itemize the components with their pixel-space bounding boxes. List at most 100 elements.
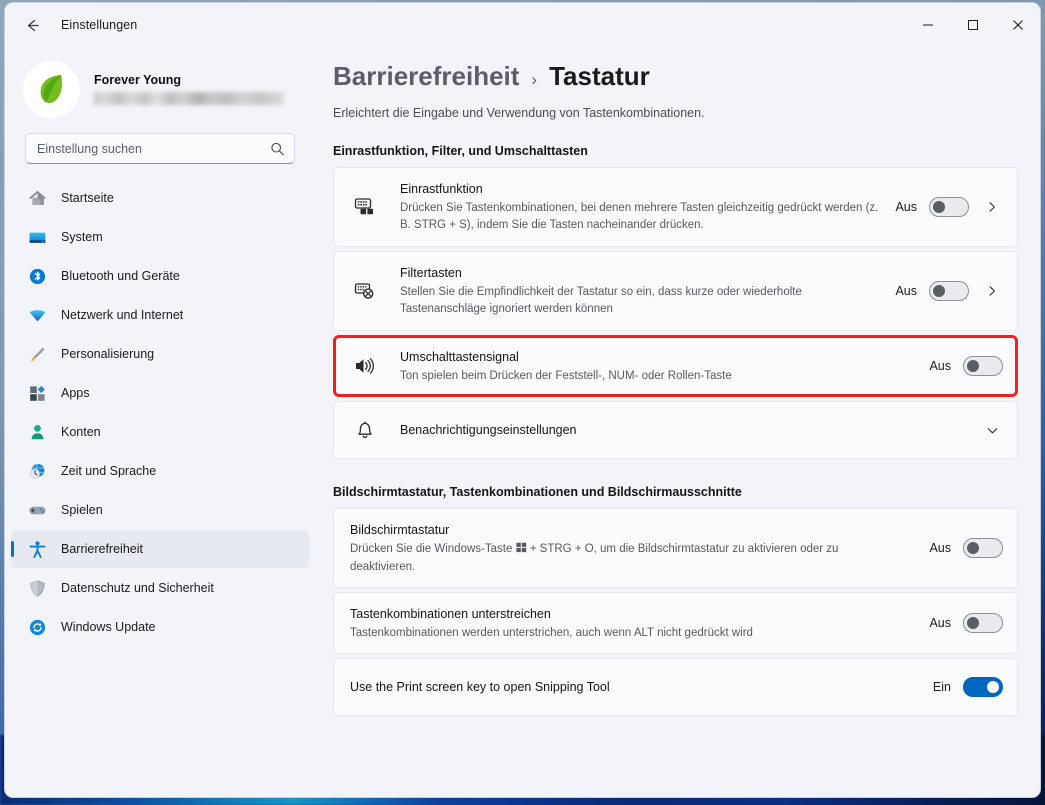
- chevron-right-icon[interactable]: [981, 280, 1003, 302]
- sidebar-item-label: Bluetooth und Geräte: [61, 269, 180, 283]
- toggle-switch[interactable]: [963, 356, 1003, 376]
- window-body: Forever Young Einstellung suchen Startse…: [5, 47, 1040, 797]
- sidebar-item-startseite[interactable]: Startseite: [11, 179, 309, 217]
- close-icon: [1012, 20, 1023, 30]
- avatar: [23, 60, 80, 118]
- sidebar-item-label: Spielen: [61, 503, 103, 517]
- setting-description: Drücken Sie Tastenkombinationen, bei den…: [400, 202, 879, 232]
- setting-controls: Aus: [929, 538, 1003, 558]
- sidebar-item-windows-update[interactable]: Windows Update: [11, 608, 309, 646]
- toggle-switch[interactable]: [963, 613, 1003, 633]
- gamepad-icon: [27, 500, 47, 520]
- chevron-down-icon[interactable]: [981, 419, 1003, 441]
- settings-window: Einstellungen Forever Young Einstellung …: [4, 2, 1041, 798]
- toggle-state-label: Aus: [929, 616, 951, 630]
- search-wrapper: [5, 123, 315, 178]
- setting-description: Drücken Sie die Windows-Taste + STRG + O…: [350, 541, 850, 575]
- setting-row-filter-keys[interactable]: Filtertasten Stellen Sie die Empfindlich…: [333, 251, 1018, 331]
- page-subtitle: Erleichtert die Eingabe und Verwendung v…: [333, 106, 705, 120]
- setting-row-print-screen-snipping-tool[interactable]: Use the Print screen key to open Snippin…: [333, 658, 1018, 716]
- search-box[interactable]: [25, 133, 295, 164]
- setting-title: Benachrichtigungseinstellungen: [400, 422, 577, 437]
- sidebar-item-label: Apps: [61, 386, 90, 400]
- setting-row-underline-access-keys[interactable]: Tastenkombinationen unterstreichen Taste…: [333, 592, 1018, 654]
- setting-text: Use the Print screen key to open Snippin…: [350, 678, 929, 696]
- sidebar-item-bluetooth[interactable]: Bluetooth und Geräte: [11, 257, 309, 295]
- clock-globe-icon: [27, 461, 47, 481]
- section-title-onscreen-keyboard: Bildschirmtastatur, Tastenkombinationen …: [333, 485, 742, 499]
- shield-icon: [27, 578, 47, 598]
- chevron-right-icon[interactable]: [981, 196, 1003, 218]
- toggle-state-label: Aus: [895, 200, 917, 214]
- home-icon: [27, 188, 47, 208]
- setting-text: Tastenkombinationen unterstreichen Taste…: [350, 605, 929, 642]
- minimize-button[interactable]: [905, 3, 950, 47]
- sidebar-item-spielen[interactable]: Spielen: [11, 491, 309, 529]
- bluetooth-icon: [27, 266, 47, 286]
- back-button[interactable]: [15, 8, 49, 42]
- setting-title: Einrastfunktion: [400, 182, 483, 197]
- setting-text: Filtertasten Stellen Sie die Empfindlich…: [400, 264, 895, 317]
- sidebar-item-netzwerk[interactable]: Netzwerk und Internet: [11, 296, 309, 334]
- setting-row-notification-settings[interactable]: Benachrichtigungseinstellungen: [333, 401, 1018, 459]
- toggle-state-label: Ein: [932, 680, 951, 694]
- toggle-state-label: Aus: [929, 541, 951, 555]
- setting-controls: Aus: [929, 613, 1003, 633]
- window-controls: [905, 3, 1040, 47]
- sidebar-item-system[interactable]: System: [11, 218, 309, 256]
- section-title-keyboard-aids: Einrastfunktion, Filter, und Umschalttas…: [333, 144, 588, 158]
- wifi-icon: [27, 305, 47, 325]
- page-title: Tastatur: [549, 61, 650, 91]
- sticky-keys-icon: [352, 195, 378, 219]
- sidebar: Forever Young Einstellung suchen Startse…: [5, 47, 325, 797]
- search-input[interactable]: [26, 134, 294, 163]
- toggle-switch[interactable]: [963, 538, 1003, 558]
- setting-row-onscreen-keyboard[interactable]: Bildschirmtastatur Drücken Sie die Windo…: [333, 508, 1018, 588]
- sidebar-item-konten[interactable]: Konten: [11, 413, 309, 451]
- setting-controls: [981, 419, 1003, 441]
- sidebar-item-barrierefreiheit[interactable]: Barrierefreiheit: [11, 530, 309, 568]
- setting-text: Umschalttastensignal Ton spielen beim Dr…: [400, 348, 929, 385]
- setting-description-part1: Drücken Sie die Windows-Taste: [350, 542, 516, 555]
- setting-text: Benachrichtigungseinstellungen: [400, 421, 981, 439]
- paintbrush-icon: [27, 344, 47, 364]
- setting-description: Ton spielen beim Drücken der Feststell-,…: [400, 369, 732, 382]
- search-icon: [270, 141, 285, 156]
- main-content: Barrierefreiheit › Tastatur Erleichtert …: [325, 47, 1040, 797]
- setting-title: Filtertasten: [400, 266, 462, 281]
- sidebar-item-label: Personalisierung: [61, 347, 155, 361]
- breadcrumb-separator-icon: ›: [531, 70, 538, 89]
- sidebar-item-datenschutz[interactable]: Datenschutz und Sicherheit: [11, 569, 309, 607]
- setting-title: Use the Print screen key to open Snippin…: [350, 679, 610, 694]
- toggle-switch[interactable]: [929, 197, 969, 217]
- system-monitor-icon: [27, 227, 47, 247]
- toggle-switch[interactable]: [963, 677, 1003, 697]
- setting-controls: Aus: [895, 196, 1003, 218]
- setting-row-toggle-keys[interactable]: Umschalttastensignal Ton spielen beim Dr…: [333, 335, 1018, 397]
- sidebar-item-apps[interactable]: Apps: [11, 374, 309, 412]
- sidebar-item-personalisierung[interactable]: Personalisierung: [11, 335, 309, 373]
- setting-title: Bildschirmtastatur: [350, 522, 450, 537]
- setting-text: Einrastfunktion Drücken Sie Tastenkombin…: [400, 180, 895, 233]
- sidebar-item-label: Datenschutz und Sicherheit: [61, 581, 214, 595]
- sidebar-item-zeit-sprache[interactable]: Zeit und Sprache: [11, 452, 309, 490]
- sidebar-nav: Startseite System Bluetooth und Geräte N…: [5, 178, 315, 647]
- setting-text: Bildschirmtastatur Drücken Sie die Windo…: [350, 521, 929, 575]
- setting-description: Tastenkombinationen werden unterstrichen…: [350, 626, 753, 639]
- setting-controls: Aus: [895, 280, 1003, 302]
- toggle-state-label: Aus: [929, 359, 951, 373]
- maximize-button[interactable]: [950, 3, 995, 47]
- setting-description: Stellen Sie die Empfindlichkeit der Tast…: [400, 286, 802, 316]
- toggle-state-label: Aus: [895, 284, 917, 298]
- account-section[interactable]: Forever Young: [5, 47, 315, 123]
- account-name: Forever Young: [94, 73, 182, 87]
- breadcrumb: Barrierefreiheit › Tastatur: [333, 61, 1018, 92]
- settings-group-keyboard-aids: Einrastfunktion Drücken Sie Tastenkombin…: [333, 167, 1018, 459]
- breadcrumb-parent[interactable]: Barrierefreiheit: [333, 61, 519, 92]
- close-button[interactable]: [995, 3, 1040, 47]
- setting-title: Tastenkombinationen unterstreichen: [350, 606, 551, 621]
- setting-row-sticky-keys[interactable]: Einrastfunktion Drücken Sie Tastenkombin…: [333, 167, 1018, 247]
- sidebar-item-label: Zeit und Sprache: [61, 464, 157, 478]
- update-refresh-icon: [27, 617, 47, 637]
- toggle-switch[interactable]: [929, 281, 969, 301]
